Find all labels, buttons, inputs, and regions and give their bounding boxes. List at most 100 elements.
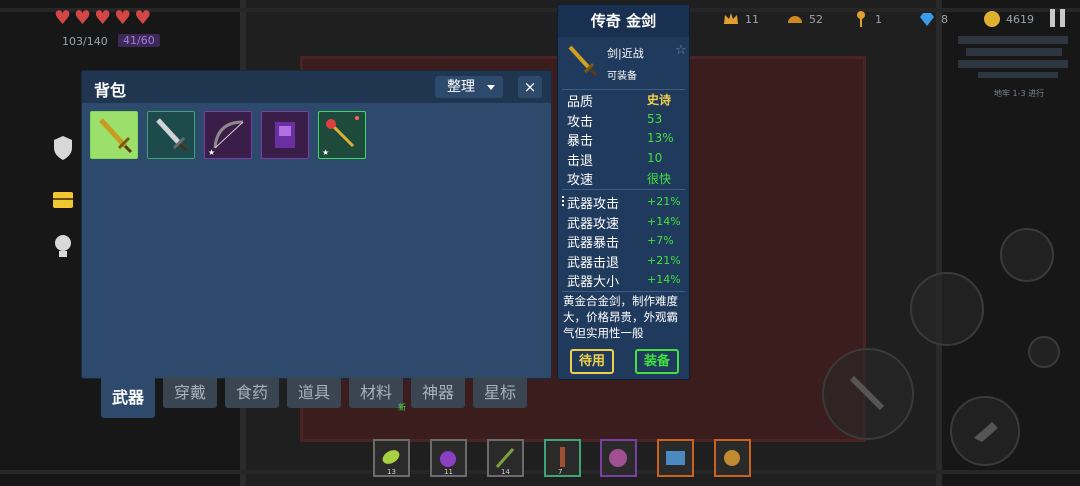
bonus-value: +14% (647, 215, 681, 228)
quickbar-slot[interactable]: 14 (487, 439, 524, 477)
star-icon: ★ (322, 148, 330, 157)
item-title: 传奇 金剑 (558, 5, 689, 37)
mana-readout: 41/60 (118, 34, 160, 47)
bonus-value: +21% (647, 254, 681, 267)
stat-value: 53 (647, 112, 663, 126)
quickbar-slot[interactable] (714, 439, 751, 477)
item-type: 剑|近战 (607, 47, 644, 60)
tab-starred[interactable]: 星标 (473, 377, 527, 408)
boot-icon (974, 422, 998, 442)
tab-wearables[interactable]: 穿戴 (163, 377, 217, 408)
coin-icon (984, 11, 1000, 27)
heart-icon: ♥ (134, 7, 152, 29)
divider (562, 189, 685, 190)
resource-value: 4619 (1006, 12, 1034, 26)
quickbar-slot[interactable] (657, 439, 694, 477)
item-count: 13 (387, 468, 396, 476)
attack-button[interactable] (822, 348, 914, 440)
resource-value: 1 (875, 12, 882, 26)
hp-readout: 103/140 (62, 35, 108, 48)
skill-button[interactable] (910, 272, 984, 346)
bag-slot-magic-staff[interactable]: ★ (318, 111, 366, 159)
minimap-room (958, 36, 1068, 44)
orb-icon (609, 449, 627, 467)
quickbar-slot[interactable]: 7 (544, 439, 581, 477)
resource-value: 8 (941, 12, 948, 26)
bag-header: 背包 整理 × (82, 71, 551, 103)
rank-crown-icon (724, 13, 738, 24)
favorite-star-icon[interactable]: ☆ (675, 43, 687, 58)
new-badge: 新 (398, 403, 406, 412)
stat-value: 10 (647, 151, 663, 165)
iron-sword-icon (156, 118, 188, 152)
torch-icon (560, 447, 565, 467)
bonus-value: +14% (647, 273, 681, 286)
tab-items[interactable]: 道具 (287, 377, 341, 408)
heart-icon: ♥ (54, 7, 72, 29)
tab-food-potions[interactable]: 食药 (225, 377, 279, 408)
bonus-label: 武器攻击 (567, 197, 620, 212)
spellbook-icon (275, 122, 295, 148)
shield-icon (54, 136, 72, 160)
bonus-label: 武器暴击 (567, 236, 620, 251)
star-icon: ★ (208, 148, 216, 157)
quickbar-slot[interactable]: 11 (430, 439, 467, 477)
resource-value: 11 (745, 12, 759, 26)
item-count: 7 (558, 468, 563, 476)
stat-value: 史诗 (647, 93, 672, 107)
heart-icon: ♥ (114, 7, 132, 29)
equip-button[interactable]: 装备 (635, 349, 679, 374)
speed-gauge-icon (788, 16, 802, 23)
item-count: 11 (444, 468, 453, 476)
lightbulb-icon (55, 235, 71, 257)
gold-sword-icon (568, 45, 598, 77)
resource-coin: 4619 (983, 10, 1034, 28)
swap-button[interactable] (1028, 336, 1060, 368)
resource-key: 1 (852, 10, 882, 28)
heart-icon: ♥ (74, 7, 92, 29)
stat-label: 攻速 (567, 173, 594, 188)
equip-status: 可装备 (607, 71, 637, 82)
stat-label: 暴击 (567, 134, 594, 149)
dodge-button[interactable] (950, 396, 1020, 466)
tab-artifacts[interactable]: 神器 (411, 377, 465, 408)
stat-label: 品质 (567, 95, 594, 110)
standby-button[interactable]: 待用 (570, 349, 614, 374)
item-description: 黄金合金剑，制作难度大，价格昂贵，外观霸气但实用性一般 (563, 294, 678, 340)
sidebar-hints[interactable] (51, 234, 75, 260)
bag-slot-gold-sword[interactable] (90, 111, 138, 159)
resource-value: 52 (809, 12, 823, 26)
bonus-label: 武器击退 (567, 256, 620, 271)
item-detail-panel: 传奇 金剑 剑|近战 可装备 ☆ 品质 史诗 攻击 53 暴击 13% 击退 1… (557, 4, 690, 380)
stat-value: 很快 (647, 172, 672, 186)
quickbar-slot[interactable] (600, 439, 637, 477)
stat-label: 攻击 (567, 115, 594, 130)
sort-dropdown[interactable]: 整理 (435, 76, 503, 98)
chevron-down-icon (487, 85, 495, 90)
minimap-room (958, 60, 1068, 68)
resource-rank: 11 (722, 10, 759, 28)
bag-slot-iron-sword[interactable] (147, 111, 195, 159)
tab-weapons[interactable]: 武器 (101, 378, 155, 418)
tab-materials[interactable]: 材料 (349, 377, 403, 408)
pause-icon (1050, 9, 1055, 27)
gem-icon (920, 13, 934, 26)
more-icon (562, 196, 564, 206)
bag-slot-bow[interactable]: ★ (204, 111, 252, 159)
gold-sword-icon (99, 118, 133, 154)
bonus-value: +21% (647, 195, 681, 208)
quickbar-slot[interactable]: 13 (373, 439, 410, 477)
heart-icon: ♥ (94, 7, 112, 29)
key-icon (857, 11, 865, 27)
relic-icon (724, 450, 740, 466)
sidebar-equipment[interactable] (51, 135, 75, 161)
sidebar-bag[interactable] (51, 186, 75, 212)
sword-icon (849, 375, 885, 411)
close-button[interactable]: × (518, 76, 542, 98)
bag-slot-spellbook[interactable] (261, 111, 309, 159)
weapon-switch-button[interactable] (1000, 228, 1054, 282)
stat-value: 13% (647, 131, 674, 145)
chest-icon (666, 451, 685, 465)
minimap[interactable] (958, 36, 1070, 96)
pause-button[interactable] (1050, 9, 1066, 27)
